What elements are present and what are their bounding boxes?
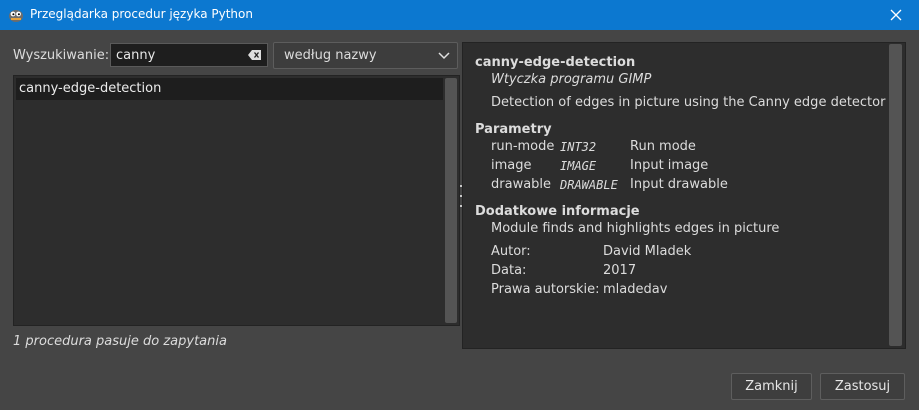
clear-search-icon[interactable] xyxy=(248,49,262,61)
extra-info-heading: Dodatkowe informacje xyxy=(475,204,640,219)
window-title: Przeglądarka procedur języka Python xyxy=(30,7,253,21)
meta-label: Data: xyxy=(491,263,527,278)
close-button[interactable]: Zamknij xyxy=(731,373,812,400)
param-type: DRAWABLE xyxy=(560,178,618,192)
params-heading: Parametry xyxy=(475,122,552,137)
param-description: Input image xyxy=(630,158,709,173)
list-scrollbar[interactable] xyxy=(445,78,457,323)
meta-value: David Mladek xyxy=(603,244,692,259)
search-label: Wyszukiwanie: xyxy=(13,48,110,63)
extra-info-text: Module finds and highlights edges in pic… xyxy=(491,221,780,236)
meta-label: Prawa autorskie: xyxy=(491,282,600,297)
meta-label: Autor: xyxy=(491,244,531,259)
param-description: Input drawable xyxy=(630,177,728,192)
close-icon xyxy=(890,9,902,21)
list-item[interactable]: canny-edge-detection xyxy=(16,78,443,100)
search-mode-select[interactable]: według nazwy xyxy=(273,42,458,69)
apply-button[interactable]: Zastosuj xyxy=(820,373,905,400)
search-input[interactable] xyxy=(110,43,268,67)
param-type: INT32 xyxy=(560,140,597,154)
param-name: drawable xyxy=(491,177,552,192)
procedure-list[interactable]: canny-edge-detection xyxy=(13,75,460,326)
info-scrollbar[interactable] xyxy=(889,44,902,346)
param-name: image xyxy=(491,158,532,173)
search-mode-value: według nazwy xyxy=(284,48,377,63)
param-name: run-mode xyxy=(491,139,555,154)
procedure-source: Wtyczka programu GIMP xyxy=(491,72,652,87)
procedure-info-panel xyxy=(462,42,906,349)
meta-value: mladedav xyxy=(603,282,668,297)
procedure-name: canny-edge-detection xyxy=(475,55,636,70)
title-bar: Przeglądarka procedur języka Python xyxy=(0,0,919,30)
param-description: Run mode xyxy=(630,139,696,154)
procedure-description: Detection of edges in picture using the … xyxy=(491,95,886,110)
meta-value: 2017 xyxy=(603,263,637,278)
match-status: 1 procedura pasuje do zapytania xyxy=(13,334,227,349)
close-window-button[interactable] xyxy=(873,0,919,30)
param-type: IMAGE xyxy=(560,159,597,173)
chevron-down-icon xyxy=(438,52,450,60)
gimp-app-icon xyxy=(9,10,23,22)
